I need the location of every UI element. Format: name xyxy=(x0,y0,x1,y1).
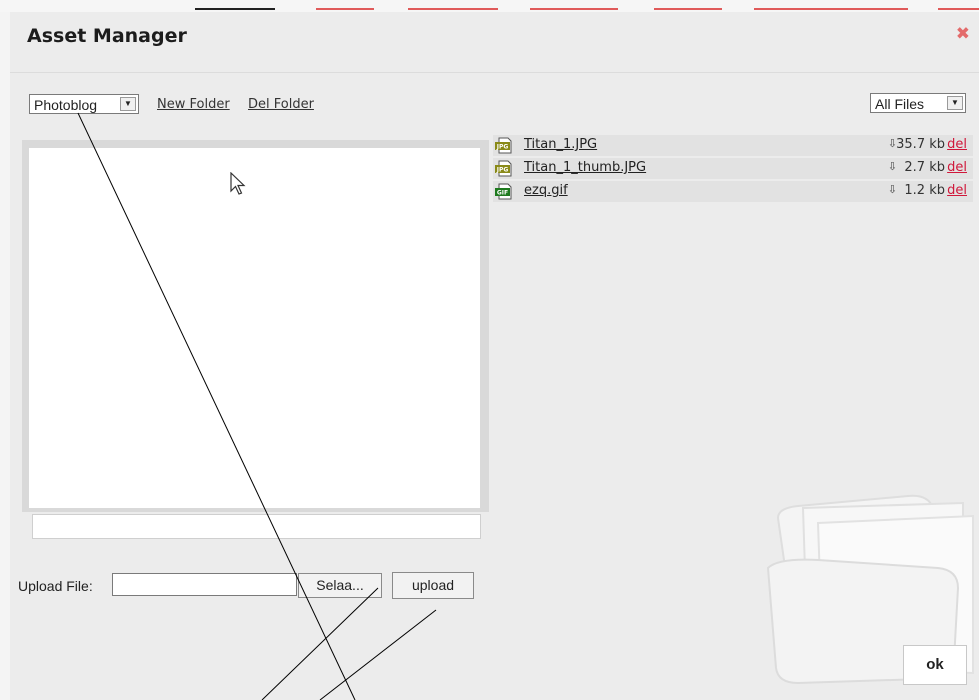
delete-file-link[interactable]: del xyxy=(947,137,967,152)
svg-text:GIF: GIF xyxy=(497,190,508,197)
asset-manager-dialog: Asset Manager ✖ Photoblog ▼ New Folder D… xyxy=(10,12,979,700)
mouse-pointer-icon xyxy=(230,172,246,195)
file-name-link[interactable]: Titan_1_thumb.JPG xyxy=(524,160,646,175)
svg-text:JPG: JPG xyxy=(496,144,509,151)
background-tab xyxy=(408,8,498,10)
delete-file-link[interactable]: del xyxy=(947,183,967,198)
folder-select-value: Photoblog xyxy=(34,97,98,113)
file-size: 2.7 kb xyxy=(904,160,945,175)
delete-file-link[interactable]: del xyxy=(947,160,967,175)
preview-area xyxy=(29,148,480,508)
file-row: GIF ezq.gif ⇩ 1.2 kb del xyxy=(493,181,973,202)
upload-button[interactable]: upload xyxy=(392,572,474,599)
file-filter-value: All Files xyxy=(875,96,925,112)
background-tab xyxy=(195,8,275,10)
background-window-strip xyxy=(0,0,979,12)
file-list: JPG Titan_1.JPG ⇩ 35.7 kb del JPG Titan_… xyxy=(493,135,973,204)
new-folder-link[interactable]: New Folder xyxy=(157,97,230,112)
file-size: 35.7 kb xyxy=(896,137,945,152)
file-name-link[interactable]: ezq.gif xyxy=(524,183,568,198)
upload-file-input[interactable] xyxy=(112,573,297,596)
dialog-title: Asset Manager xyxy=(27,25,187,47)
download-icon[interactable]: ⇩ xyxy=(888,160,897,173)
download-icon[interactable]: ⇩ xyxy=(888,183,897,196)
jpg-file-icon: JPG xyxy=(495,160,512,177)
title-divider xyxy=(10,72,979,73)
file-row: JPG Titan_1.JPG ⇩ 35.7 kb del xyxy=(493,135,973,156)
background-tab xyxy=(754,8,908,10)
gif-file-icon: GIF xyxy=(495,183,512,200)
del-folder-link[interactable]: Del Folder xyxy=(248,97,314,112)
background-tab xyxy=(938,8,979,10)
background-tab xyxy=(530,8,618,10)
folder-select[interactable]: Photoblog ▼ xyxy=(29,94,139,114)
chevron-down-icon: ▼ xyxy=(947,96,963,110)
background-tab xyxy=(316,8,374,10)
file-size: 1.2 kb xyxy=(904,183,945,198)
file-path-field[interactable] xyxy=(32,514,481,539)
svg-text:JPG: JPG xyxy=(496,167,509,174)
jpg-file-icon: JPG xyxy=(495,137,512,154)
ok-button[interactable]: ok xyxy=(903,645,967,685)
chevron-down-icon: ▼ xyxy=(120,97,136,111)
background-tab xyxy=(654,8,722,10)
browse-button[interactable]: Selaa... xyxy=(298,573,382,598)
file-name-link[interactable]: Titan_1.JPG xyxy=(524,137,597,152)
file-row: JPG Titan_1_thumb.JPG ⇩ 2.7 kb del xyxy=(493,158,973,179)
upload-file-label: Upload File: xyxy=(18,578,93,594)
file-filter-select[interactable]: All Files ▼ xyxy=(870,93,966,113)
close-icon[interactable]: ✖ xyxy=(956,25,970,43)
